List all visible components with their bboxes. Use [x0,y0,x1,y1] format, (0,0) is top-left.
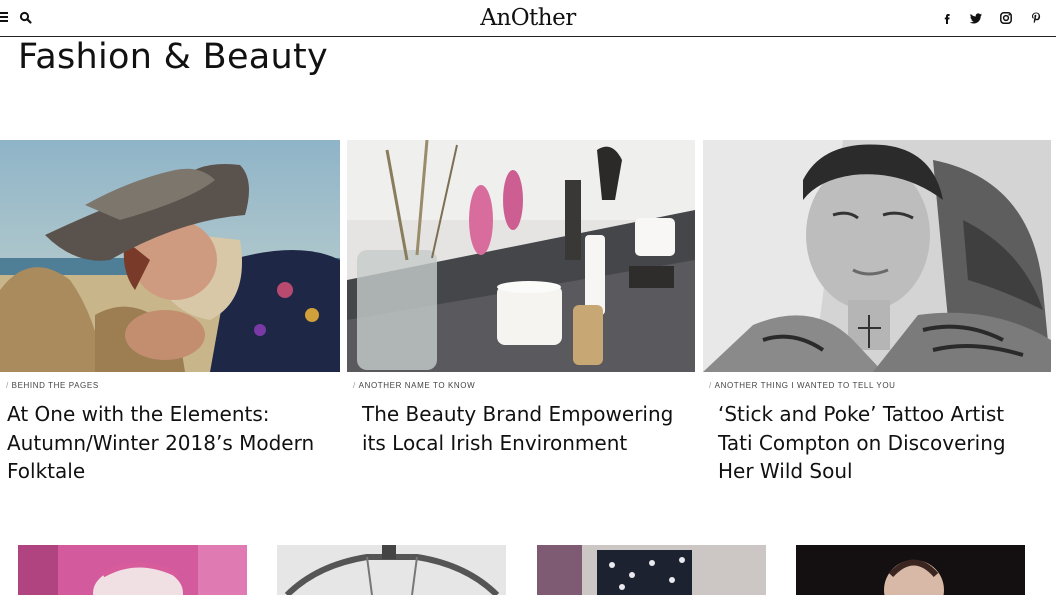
article-thumbnail[interactable] [537,545,766,595]
article-category[interactable]: / Another Thing I Wanted to Tell You [709,381,896,390]
twitter-icon[interactable] [969,11,983,25]
article-thumbnail[interactable] [277,545,506,595]
instagram-icon[interactable] [999,11,1013,25]
site-logo[interactable]: AnOther [0,5,1056,31]
article-image[interactable] [703,140,1051,372]
article-thumbnail[interactable] [796,545,1025,595]
pinterest-icon[interactable] [1029,11,1043,25]
article-image[interactable] [0,140,340,372]
article-image[interactable] [347,140,695,372]
page-title: Fashion & Beauty [18,37,329,77]
facebook-icon[interactable] [940,11,954,25]
top-bar: AnOther [0,0,1056,37]
article-category[interactable]: / Behind the Pages [6,381,99,390]
article-title[interactable]: At One with the Elements: Autumn/Winter … [7,400,327,486]
article-title[interactable]: ‘Stick and Poke’ Tattoo Artist Tati Comp… [718,400,1038,486]
article-thumbnail[interactable] [18,545,247,595]
article-category[interactable]: / Another Name to Know [353,381,475,390]
article-title[interactable]: The Beauty Brand Empowering its Local Ir… [362,400,692,457]
